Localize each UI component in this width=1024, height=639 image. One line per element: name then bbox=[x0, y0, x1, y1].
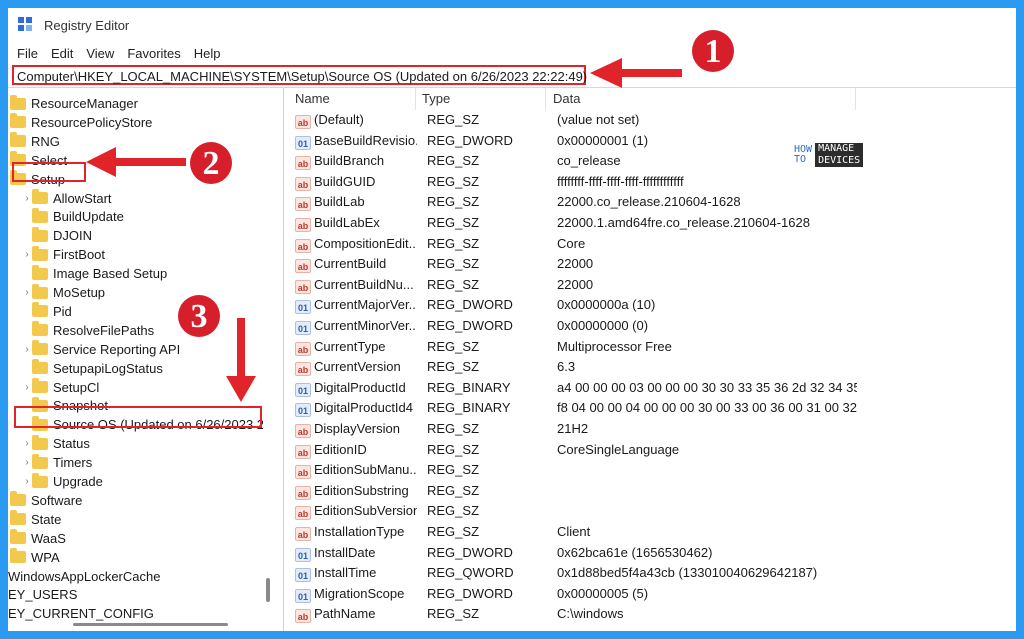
logo-devices: DEVICES bbox=[815, 155, 864, 167]
step-badge-1: 1 bbox=[692, 30, 734, 72]
arrow-1-head bbox=[590, 58, 622, 88]
registry-editor-window: Registry Editor File Edit View Favorites Hel… bbox=[8, 8, 1016, 631]
step-badge-2: 2 bbox=[190, 142, 232, 184]
logo-manage: MANAGE bbox=[815, 143, 864, 155]
arrow-3-head bbox=[226, 376, 256, 402]
arrow-2-head bbox=[86, 147, 116, 177]
arrow-1-shaft bbox=[618, 69, 682, 77]
logo-to: TO bbox=[794, 154, 807, 165]
step-badge-3: 3 bbox=[178, 295, 220, 337]
arrow-3-shaft bbox=[237, 318, 245, 380]
arrow-2-shaft bbox=[112, 158, 186, 166]
howtomanagedevices-logo: HOW TO MANAGE DEVICES bbox=[794, 143, 864, 167]
annotation-arrows bbox=[86, 58, 682, 402]
